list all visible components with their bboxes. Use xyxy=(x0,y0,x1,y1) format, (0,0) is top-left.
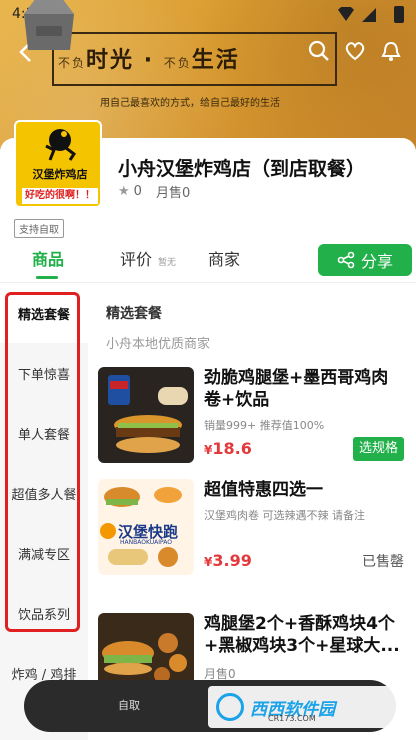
category-item[interactable]: 满减专区 xyxy=(0,523,88,583)
category-item[interactable]: 单人套餐 xyxy=(0,403,88,463)
shopping-bag-icon[interactable] xyxy=(14,0,84,52)
logo-name: 汉堡炸鸡店 xyxy=(32,168,88,181)
price-value: 18.6 xyxy=(212,439,252,458)
rating-value: 0 xyxy=(133,184,142,199)
section-subtitle: 小舟本地优质商家 xyxy=(106,337,211,352)
product-price: ¥18.6 xyxy=(204,439,252,458)
category-item[interactable]: 超值多人餐 xyxy=(0,463,88,523)
product-list: 精选套餐 小舟本地优质商家 劲脆鸡腿堡+墨西哥鸡肉卷+饮品 销量999+ 推荐值… xyxy=(88,283,416,740)
share-button[interactable]: 分享 xyxy=(318,244,412,276)
shop-logo: 汉堡炸鸡店 好吃的很啊！！ xyxy=(14,120,102,208)
product-image-brand-sub: HANBAOKUAIPAO xyxy=(120,539,172,546)
top-actions xyxy=(308,40,402,62)
product-image: 汉堡快跑 HANBAOKUAIPAO xyxy=(98,479,194,575)
star-icon: ★ xyxy=(118,184,130,199)
banner-slogan: 不负时光 · 不负生活 xyxy=(58,42,338,74)
shop-name: 小舟汉堡炸鸡店（到店取餐） xyxy=(118,158,366,180)
tab-reviews-sub: 暂无 xyxy=(158,258,177,268)
tab-underline xyxy=(36,276,58,279)
slogan-dot: · xyxy=(143,48,155,73)
select-spec-button[interactable]: 选规格 xyxy=(352,437,404,461)
banner-sub-slogan: 用自己最喜欢的方式，给自己最好的生活 xyxy=(100,98,280,109)
product-name: 劲脆鸡腿堡+墨西哥鸡肉卷+饮品 xyxy=(204,368,389,410)
logo-tagline: 好吃的很啊！！ xyxy=(22,188,98,204)
product-image xyxy=(98,367,194,463)
sold-out-label: 已售罄 xyxy=(362,554,404,570)
slogan-word-2: 生活 xyxy=(191,48,240,73)
slogan-prefix-2: 不负 xyxy=(163,56,192,70)
price-value: 3.99 xyxy=(212,551,252,570)
runner-icon xyxy=(45,129,77,161)
product-name: 超值特惠四选一 xyxy=(204,480,323,500)
watermark-url: CR173.COM xyxy=(268,714,316,723)
product-item[interactable]: 汉堡快跑 HANBAOKUAIPAO 超值特惠四选一 汉堡鸡肉卷 可选辣遇不辣 … xyxy=(98,479,408,595)
share-icon xyxy=(337,251,355,269)
category-item[interactable]: 下单惊喜 xyxy=(0,343,88,403)
signal-icon xyxy=(362,8,376,22)
monthly-sales: 月售0 xyxy=(155,186,191,201)
share-label: 分享 xyxy=(360,252,393,271)
product-price: ¥3.99 xyxy=(204,551,252,570)
tab-products[interactable]: 商品 xyxy=(32,246,64,270)
wifi-icon xyxy=(338,7,354,21)
tab-merchant[interactable]: 商家 xyxy=(208,246,240,270)
search-icon[interactable] xyxy=(308,40,330,62)
category-item[interactable]: 精选套餐 xyxy=(0,283,88,343)
bell-icon[interactable] xyxy=(380,40,402,62)
product-desc: 汉堡鸡肉卷 可选辣遇不辣 请备注 xyxy=(204,509,365,522)
slogan-prefix-1: 不负 xyxy=(58,56,87,70)
screen: 4:15 不负时光 · 不负生活 用自己最喜欢的方式，给自己最好的生活 汉堡炸鸡… xyxy=(0,0,416,740)
product-desc: 销量999+ 推荐值100% xyxy=(204,419,325,432)
product-item[interactable]: 劲脆鸡腿堡+墨西哥鸡肉卷+饮品 销量999+ 推荐值100% ¥18.6 选规格 xyxy=(98,367,408,483)
category-item[interactable]: 饮品系列 xyxy=(0,583,88,643)
watermark: 西西软件园 CR173.COM xyxy=(208,686,398,728)
tab-reviews[interactable]: 评价 暂无 xyxy=(120,246,176,270)
category-sidebar: 精选套餐 下单惊喜 单人套餐 超值多人餐 满减专区 饮品系列 炸鸡 / 鸡排 xyxy=(0,283,88,740)
section-title: 精选套餐 xyxy=(106,306,162,322)
battery-icon xyxy=(394,6,404,23)
pickup-tag: 支持自取 xyxy=(14,219,64,238)
product-name: 鸡腿堡2个+香酥鸡块4个+黑椒鸡块3个+星球大... xyxy=(204,614,400,656)
shop-rating: ★ 0 月售0 xyxy=(118,182,190,201)
watermark-logo-icon xyxy=(216,693,244,721)
slogan-word-1: 时光 xyxy=(86,48,135,73)
heart-icon[interactable] xyxy=(344,40,366,62)
tab-reviews-label: 评价 xyxy=(120,250,153,269)
cart-label: 自取 xyxy=(118,699,140,712)
